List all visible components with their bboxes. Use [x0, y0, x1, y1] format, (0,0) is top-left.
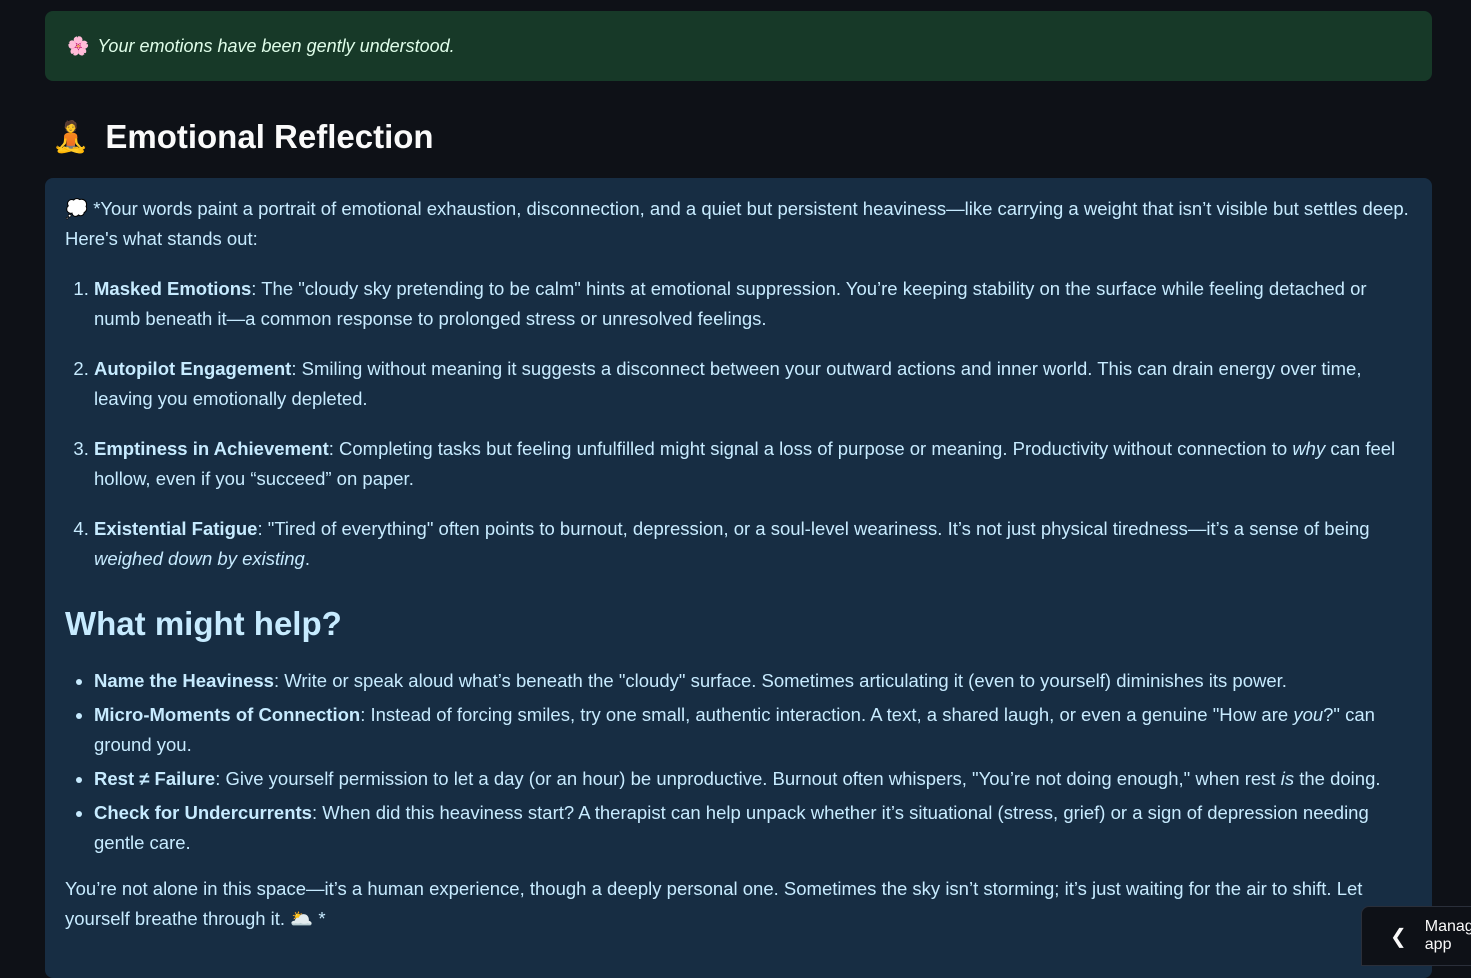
list-item: Check for Undercurrents: When did this h… — [94, 798, 1412, 858]
item-text: : Write or speak aloud what’s beneath th… — [273, 670, 1287, 691]
item-text: : Instead of forcing smiles, try one sma… — [360, 704, 1294, 725]
list-item: Existential Fatigue: "Tired of everythin… — [94, 514, 1412, 574]
list-item: Autopilot Engagement: Smiling without me… — [94, 354, 1412, 414]
chevron-left-icon: ❮ — [1390, 925, 1407, 948]
list-item: Name the Heaviness: Write or speak aloud… — [94, 666, 1412, 696]
closing-paragraph: You’re not alone in this space—it’s a hu… — [65, 874, 1412, 934]
item-emphasis: weighed down by existing — [94, 548, 305, 569]
success-message: Your emotions have been gently understoo… — [97, 35, 455, 56]
reflection-intro: 💭 *Your words paint a portrait of emotio… — [65, 194, 1412, 254]
thought-bubble-icon: 💭 — [65, 198, 89, 219]
reflection-box: 💭 *Your words paint a portrait of emotio… — [45, 178, 1432, 978]
manage-app-label: Manage app — [1424, 918, 1471, 953]
help-list: Name the Heaviness: Write or speak aloud… — [65, 666, 1412, 858]
item-emphasis: you — [1293, 704, 1324, 725]
item-text: : The "cloudy sky pretending to be calm"… — [94, 278, 1367, 329]
cloud-sun-icon: 🌥️ — [290, 908, 314, 929]
list-item: Emptiness in Achievement: Completing tas… — [94, 434, 1412, 494]
item-title: Check for Undercurrents — [94, 802, 312, 823]
item-text: : "Tired of everything" often points to … — [257, 518, 1370, 539]
list-item: Micro-Moments of Connection: Instead of … — [94, 700, 1412, 760]
closing-text: You’re not alone in this space—it’s a hu… — [65, 878, 1363, 929]
intro-text: *Your words paint a portrait of emotiona… — [65, 198, 1409, 249]
item-title: Emptiness in Achievement — [94, 438, 329, 459]
help-heading: What might help? — [65, 605, 342, 642]
meditation-icon: 🧘 — [52, 120, 90, 154]
item-title: Micro-Moments of Connection — [94, 704, 361, 725]
section-title: Emotional Reflection — [105, 118, 434, 155]
item-text: . — [304, 548, 310, 569]
section-heading: 🧘 Emotional Reflection — [52, 112, 434, 162]
item-title: Existential Fatigue — [94, 518, 258, 539]
item-text: the doing. — [1294, 768, 1381, 789]
success-alert: 🌸 Your emotions have been gently underst… — [45, 11, 1432, 81]
item-title: Rest ≠ Failure — [94, 768, 216, 789]
list-item: Rest ≠ Failure: Give yourself permission… — [94, 764, 1412, 794]
item-emphasis: is — [1280, 768, 1295, 789]
item-text: : Completing tasks but feeling unfulfill… — [328, 438, 1293, 459]
item-text: : Give yourself permission to let a day … — [215, 768, 1281, 789]
item-title: Autopilot Engagement — [94, 358, 292, 379]
manage-app-button[interactable]: ❮ Manage app — [1361, 906, 1471, 966]
item-title: Name the Heaviness — [94, 670, 274, 691]
observation-list: Masked Emotions: The "cloudy sky pretend… — [65, 274, 1412, 574]
item-title: Masked Emotions — [94, 278, 252, 299]
item-emphasis: why — [1292, 438, 1326, 459]
flower-icon: 🌸 — [67, 35, 90, 56]
closing-end: * — [313, 908, 326, 929]
list-item: Masked Emotions: The "cloudy sky pretend… — [94, 274, 1412, 334]
